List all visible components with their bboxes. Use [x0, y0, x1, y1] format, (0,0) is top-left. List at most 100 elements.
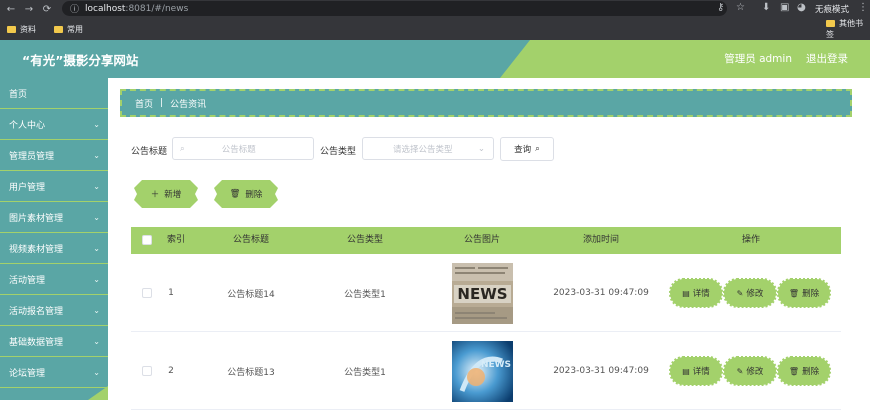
title-search-label: 公告标题: [131, 147, 168, 157]
chevron-down-icon: ⌄: [93, 181, 100, 191]
chevron-down-icon: ⌄: [93, 150, 100, 160]
url-path: :8081/#/news: [125, 3, 189, 14]
column-header: 公告类型: [346, 235, 383, 245]
address-bar[interactable]: ⓘ localhost:8081/#/news: [62, 1, 727, 16]
sidebar: 首页 个人中心 ⌄ 管理员管理 ⌄ 用户管理 ⌄ 图片素材管理 ⌄ 视频素材管理 ⌄ 活动管理 ⌄ 活动报…: [0, 78, 108, 400]
sidebar-item[interactable]: 图片素材管理 ⌄: [0, 202, 108, 233]
detail-button-label: 详情: [692, 289, 710, 299]
news-thumbnail[interactable]: NEWS: [451, 262, 513, 324]
browser-chrome: ← → ⟳ ⓘ localhost:8081/#/news ⚷ ☆ ⬇ ▣ ◕ …: [0, 0, 870, 40]
bookmark-item[interactable]: 资料: [7, 24, 36, 35]
edit-button-label: 修改: [746, 367, 764, 377]
sidebar-item-label: 论坛管理: [9, 368, 46, 379]
other-bookmarks[interactable]: 其他书签: [826, 18, 870, 40]
edit-button[interactable]: ✎ 修改: [723, 278, 777, 308]
add-button-label: 新增: [164, 190, 182, 200]
info-icon[interactable]: ⓘ: [70, 2, 79, 15]
incognito-icon[interactable]: ◕: [797, 2, 806, 13]
browser-toolbar: ← → ⟳ ⓘ localhost:8081/#/news ⚷ ☆ ⬇ ▣ ◕ …: [0, 0, 870, 18]
user-area: 管理员 admin 退出登录: [724, 51, 848, 66]
sidepanel-icon[interactable]: ▣: [780, 2, 789, 13]
batch-delete-button[interactable]: 🗑 删除: [214, 180, 278, 208]
row-time: 2023-03-31 09:47:09: [553, 288, 649, 298]
chevron-down-icon: ⌄: [93, 305, 100, 315]
document-icon: ▤: [682, 366, 690, 376]
sidebar-item[interactable]: 首页: [0, 78, 108, 109]
title-search-placeholder: 公告标题: [221, 144, 256, 155]
logout-button[interactable]: 退出登录: [806, 51, 848, 66]
title-search-input[interactable]: ⌕ 公告标题: [172, 137, 314, 160]
breadcrumb-home[interactable]: 首页: [135, 97, 153, 110]
add-button[interactable]: ＋ 新增: [134, 180, 198, 208]
site-title: “有光”摄影分享网站: [22, 53, 139, 68]
bookmarks-bar: 资料 常用 其他书签: [0, 18, 870, 40]
row-title: 公告标题13: [227, 367, 275, 378]
sidebar-item[interactable]: 基础数据管理 ⌄: [0, 326, 108, 357]
sidebar-item[interactable]: 视频素材管理 ⌄: [0, 233, 108, 264]
delete-button[interactable]: 🗑 删除: [777, 278, 831, 308]
sidebar-item-label: 管理员管理: [9, 151, 55, 162]
star-icon[interactable]: ☆: [736, 2, 745, 13]
back-icon[interactable]: ←: [2, 4, 20, 15]
column-header: 公告标题: [232, 235, 269, 245]
sidebar-item-label: 视频素材管理: [9, 244, 64, 255]
row-index: 2: [168, 366, 174, 376]
url-host: localhost: [85, 3, 126, 14]
news-thumbnail[interactable]: NEWS: [451, 340, 513, 402]
sidebar-item[interactable]: 管理员管理 ⌄: [0, 140, 108, 171]
query-button[interactable]: 查询 ⌕: [500, 137, 554, 161]
row-image[interactable]: NEWS: [431, 254, 533, 332]
breadcrumb-current: 公告资讯: [170, 99, 207, 110]
table-header: 索引 公告标题 公告类型 公告图片 添加时间 操作: [131, 227, 841, 254]
row-checkbox[interactable]: [142, 288, 152, 298]
admin-label: 管理员 admin: [724, 53, 792, 65]
sidebar-item-label: 个人中心: [9, 120, 46, 131]
row-type: 公告类型1: [344, 289, 386, 300]
key-icon[interactable]: ⚷: [717, 2, 724, 13]
sidebar-item[interactable]: 活动报名管理 ⌄: [0, 295, 108, 326]
folder-icon: [54, 25, 63, 33]
menu-icon[interactable]: ⋮: [858, 2, 868, 13]
delete-button[interactable]: 🗑 删除: [777, 356, 831, 386]
app-header: “有光”摄影分享网站 管理员 admin 退出登录: [0, 40, 870, 78]
batch-delete-label: 删除: [245, 190, 263, 200]
bookmark-item[interactable]: 常用: [54, 24, 83, 35]
row-checkbox[interactable]: [142, 366, 152, 376]
sidebar-item-label: 基础数据管理: [9, 337, 64, 348]
trash-icon: 🗑: [788, 366, 800, 376]
row-type: 公告类型1: [344, 367, 386, 378]
column-header: 操作: [741, 235, 760, 245]
detail-button[interactable]: ▤ 详情: [669, 356, 723, 386]
edit-button[interactable]: ✎ 修改: [723, 356, 777, 386]
folder-icon: [7, 25, 16, 33]
plus-icon: ＋: [150, 190, 160, 200]
query-button-label: 查询: [514, 145, 532, 155]
column-header: 添加时间: [582, 235, 619, 245]
table-row[interactable]: 2 公告标题13 公告类型1 NEWS 2023-03-31 09:47:09 ▤ 详情 ✎ 修…: [131, 332, 841, 410]
sidebar-item[interactable]: 论坛管理 ⌄: [0, 357, 108, 388]
sidebar-item[interactable]: 活动管理 ⌄: [0, 264, 108, 295]
row-image[interactable]: NEWS: [431, 332, 533, 410]
breadcrumb: 首页 | 公告资讯: [120, 89, 852, 117]
chevron-down-icon: ⌄: [477, 143, 485, 154]
breadcrumb-separator: |: [160, 98, 164, 108]
search-icon: ⌕: [535, 144, 540, 154]
type-select[interactable]: 请选择公告类型 ⌄: [362, 137, 494, 160]
pencil-icon: ✎: [736, 366, 744, 376]
folder-icon: [826, 20, 835, 27]
extension-icon[interactable]: ⬇: [762, 2, 770, 13]
sidebar-item[interactable]: 用户管理 ⌄: [0, 171, 108, 202]
row-title: 公告标题14: [227, 289, 275, 300]
svg-text:NEWS: NEWS: [457, 285, 507, 303]
select-all-checkbox[interactable]: [142, 235, 152, 245]
reload-icon[interactable]: ⟳: [38, 4, 56, 15]
svg-text:NEWS: NEWS: [480, 360, 510, 370]
pencil-icon: ✎: [736, 288, 744, 298]
detail-button[interactable]: ▤ 详情: [669, 278, 723, 308]
chevron-down-icon: ⌄: [93, 243, 100, 253]
sidebar-item[interactable]: 个人中心 ⌄: [0, 109, 108, 140]
forward-icon[interactable]: →: [20, 4, 38, 15]
detail-button-label: 详情: [692, 367, 710, 377]
table-row[interactable]: 1 公告标题14 公告类型1 NEWS 2023-03-31 09:47:09 ▤ 详情 ✎ 修…: [131, 254, 841, 332]
search-icon: ⌕: [180, 143, 185, 154]
